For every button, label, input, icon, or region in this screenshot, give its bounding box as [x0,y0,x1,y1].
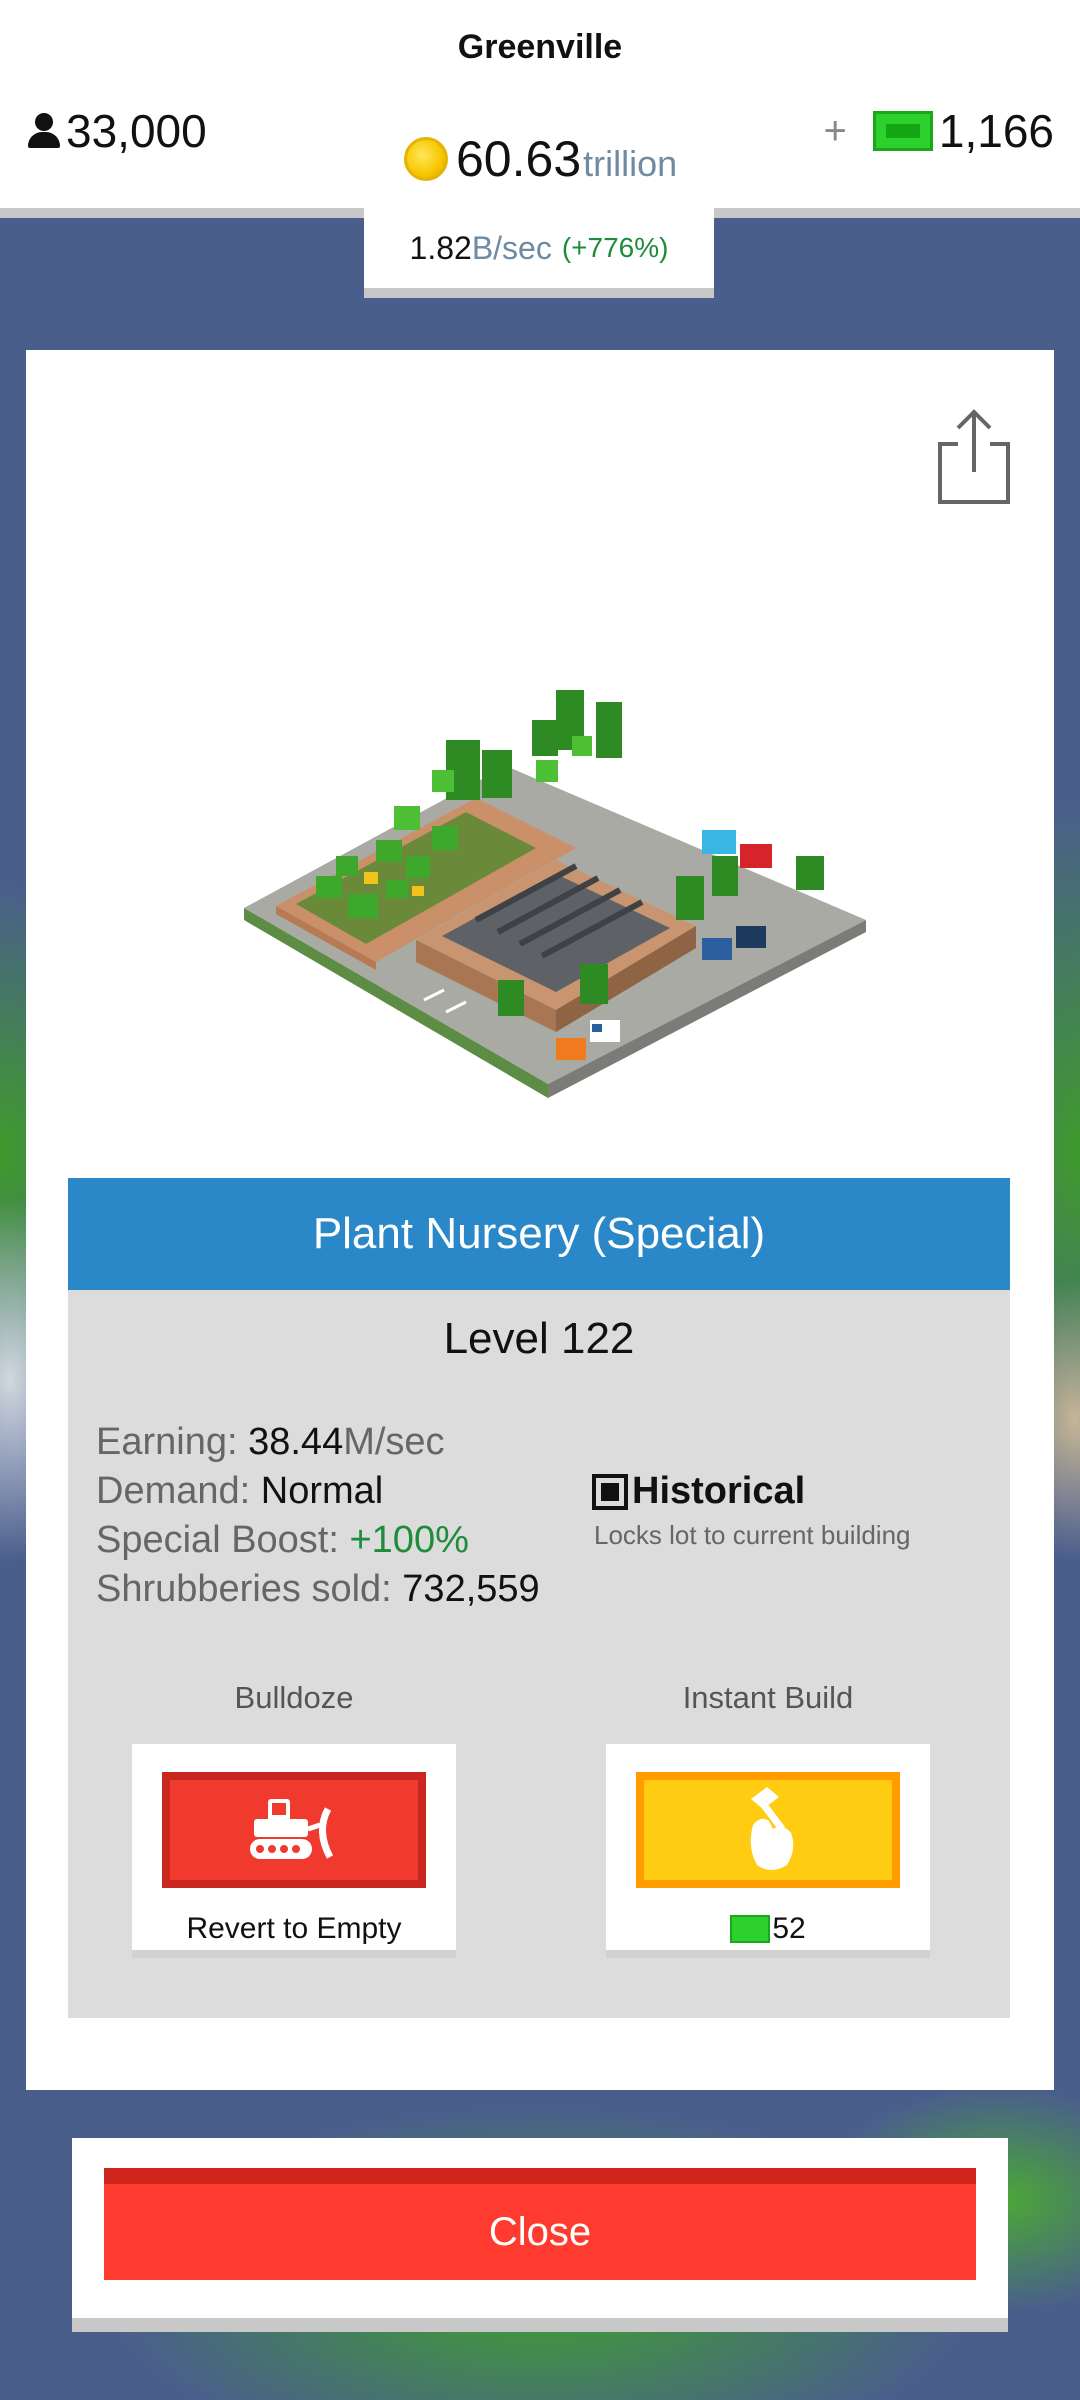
coins-counter: 60.63 trillion [404,130,677,188]
earning-unit: M/sec [343,1421,445,1463]
building-detail-panel: Plant Nursery (Special) Level 122 Earnin… [26,350,1054,2090]
instant-build-section: Instant Build 52 [606,1680,930,1958]
income-rate-tab: 1.82 B/sec (+776%) [364,208,714,298]
rate-value: 1.82 [409,229,472,266]
demand-label: Demand: [96,1470,251,1512]
close-bar: Close [72,2138,1008,2332]
coins-value: 60.63 [456,131,582,187]
shrubberies-sold-row: Shrubberies sold: 732,559 [96,1565,540,1614]
cash-icon [730,1915,771,1943]
instant-build-cost-value: 52 [772,1912,806,1945]
historical-toggle[interactable]: Historical [592,1470,805,1513]
building-title: Plant Nursery (Special) [68,1178,1010,1290]
special-boost-row: Special Boost: +100% [96,1516,540,1565]
building-info-box: Plant Nursery (Special) Level 122 Earnin… [68,1178,1010,2018]
instant-build-cost: 52 [606,1912,930,1946]
plant-nursery-building-image [244,690,866,1098]
share-icon[interactable] [936,406,1012,506]
cash-icon [872,111,933,151]
person-icon [26,113,62,149]
special-boost-label: Special Boost: [96,1519,339,1561]
demand-row: Demand: Normal [96,1467,540,1516]
bulldoze-card[interactable]: Revert to Empty [132,1744,456,1958]
rate-unit: B/sec [471,229,552,266]
bulldoze-label: Bulldoze [234,1680,354,1715]
demand-value: Normal [260,1470,384,1512]
shrubberies-sold-label: Shrubberies sold: [96,1568,392,1610]
historical-description: Locks lot to current building [594,1520,911,1550]
hammer-hand-icon [750,1787,794,1870]
building-stats: Earning: 38.44M/sec Demand: Normal Speci… [96,1418,540,1614]
rate-boost: (+776%) [561,232,669,263]
instant-build-label: Instant Build [682,1680,854,1715]
revert-to-empty-text: Revert to Empty [186,1912,402,1945]
earning-value: 38.44 [248,1421,344,1463]
coins-unit: trillion [583,143,678,184]
top-bar: Greenville 33,000 60.63 trillion + 1,166 [0,0,1080,218]
bulldoze-section: Bulldoze Revert to Empty [132,1680,456,1958]
building-level: Level 122 [443,1314,635,1363]
add-cash-button[interactable]: + [824,109,847,154]
population-counter: 33,000 [26,104,207,158]
bulldoze-button[interactable] [162,1772,426,1888]
shrubberies-sold-value: 732,559 [402,1568,540,1610]
close-button[interactable]: Close [104,2168,976,2280]
coin-icon [404,137,448,181]
checkbox-icon[interactable] [592,1473,628,1510]
instant-build-card[interactable]: 52 [606,1744,930,1958]
cash-value: 1,166 [938,105,1054,157]
population-value: 33,000 [66,105,207,157]
bulldozer-icon [250,1799,334,1859]
special-boost-value: +100% [349,1519,469,1561]
instant-build-button[interactable] [636,1772,900,1888]
cash-counter[interactable]: + 1,166 [824,104,1054,158]
earning-row: Earning: 38.44M/sec [96,1418,540,1467]
earning-label: Earning: [96,1421,238,1463]
city-name: Greenville [457,28,623,66]
historical-label: Historical [632,1470,806,1512]
